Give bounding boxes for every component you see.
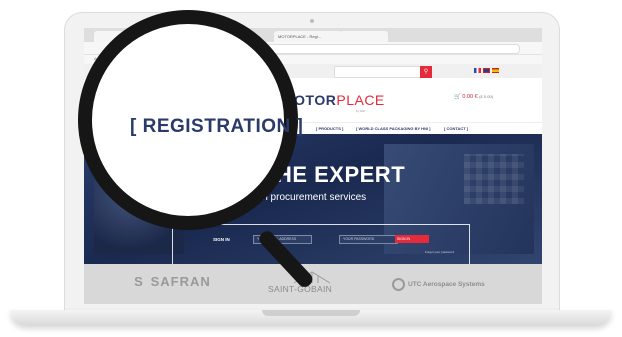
instrument-panel-image xyxy=(464,154,524,204)
flag-uk-icon[interactable] xyxy=(483,68,490,73)
site-search-input[interactable] xyxy=(334,66,422,78)
logo-byline: by HNI xyxy=(356,109,366,113)
nav-item-contact[interactable]: [ CONTACT ] xyxy=(444,126,468,131)
search-button[interactable]: ⚲ xyxy=(420,66,432,78)
motorplace-logo[interactable]: MOTORPLACE xyxy=(282,92,385,108)
signin-button[interactable]: SIGN IN xyxy=(395,235,429,243)
hero-subtitle: in procurement services xyxy=(260,192,367,203)
nav-item-packaging[interactable]: [ WORLD CLASS PACKAGING BY HNI ] xyxy=(356,126,431,131)
forgot-password-link[interactable]: Forgot your password xyxy=(425,250,454,254)
password-field[interactable]: YOUR PASSWORD xyxy=(339,235,398,244)
magnifier-lens: [ REGISTRATION ] xyxy=(78,10,303,230)
magnified-registration-text: [ REGISTRATION ] xyxy=(130,116,304,137)
cart-amount: 0.00 € xyxy=(462,94,478,100)
camera-icon xyxy=(310,19,314,23)
signin-label: SIGN IN xyxy=(213,237,230,242)
partners-strip: S SAFRAN SAINT-GOBAIN UTC Aerospace Syst… xyxy=(84,264,542,304)
flag-fr-icon[interactable] xyxy=(474,68,481,73)
language-flags xyxy=(474,68,499,73)
utc-mark-icon xyxy=(392,278,405,291)
nav-item-products[interactable]: [ PRODUCTS ] xyxy=(316,126,343,131)
laptop-notch xyxy=(262,310,360,316)
safran-logo: S SAFRAN xyxy=(132,274,211,289)
cart-icon: 🛒 xyxy=(454,94,461,100)
utc-logo: UTC Aerospace Systems xyxy=(392,278,485,291)
search-icon: ⚲ xyxy=(423,69,429,75)
cart-subtotal: (£ 0.00) xyxy=(479,94,494,99)
login-box: SIGN IN YOUR EMAIL ADDRESS YOUR PASSWORD… xyxy=(172,224,470,264)
safran-mark-icon: S xyxy=(134,274,144,289)
browser-tab-active[interactable]: MOTORPLACE - Regi... xyxy=(274,31,342,42)
cart-summary[interactable]: 🛒 0.00 € (£ 0.00) xyxy=(454,94,493,100)
flag-es-icon[interactable] xyxy=(492,68,499,73)
browser-tab[interactable] xyxy=(340,31,388,42)
